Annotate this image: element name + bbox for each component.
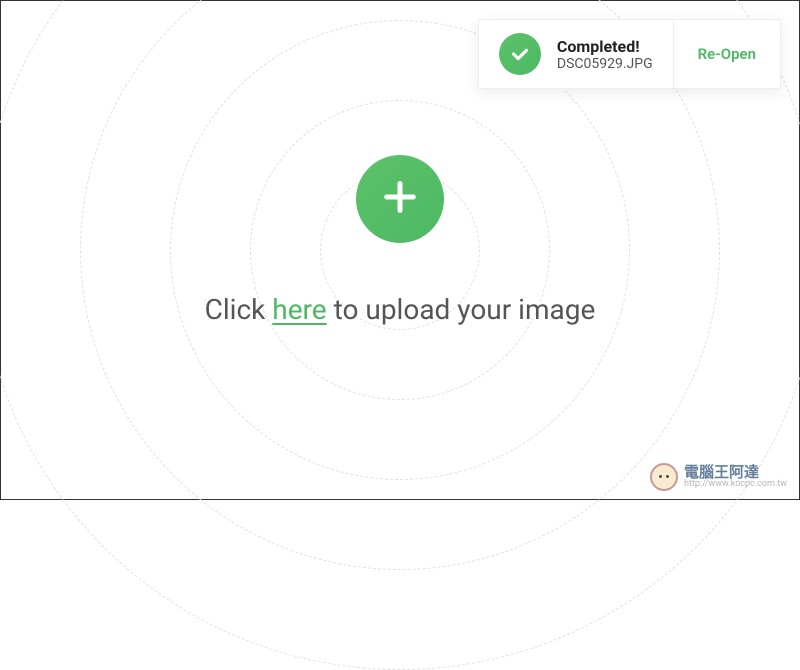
upload-button[interactable]: [356, 155, 444, 243]
check-icon: [499, 33, 541, 75]
toast-filename: DSC05929.JPG: [557, 56, 653, 72]
upload-text-before: Click: [205, 293, 273, 326]
toast-title: Completed!: [557, 37, 653, 56]
reopen-button[interactable]: Re-Open: [674, 20, 780, 88]
plus-icon: [380, 177, 420, 221]
upload-here-link[interactable]: here: [272, 293, 326, 326]
upload-text-after: to upload your image: [327, 293, 596, 326]
watermark-brand: 電腦王阿達: [684, 464, 787, 481]
upload-instruction: Click here to upload your image: [205, 293, 596, 326]
completed-toast: Completed! DSC05929.JPG Re-Open: [478, 19, 781, 89]
watermark-url: http://www.kocpc.com.tw: [684, 480, 787, 490]
watermark-avatar: [650, 463, 678, 491]
toast-content: Completed! DSC05929.JPG: [479, 20, 673, 88]
watermark: 電腦王阿達 http://www.kocpc.com.tw: [650, 463, 787, 491]
